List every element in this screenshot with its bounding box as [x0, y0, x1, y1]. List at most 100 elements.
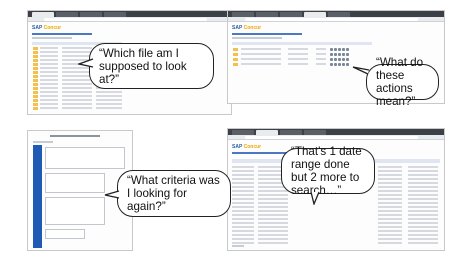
table-cell — [232, 222, 254, 224]
table-cell — [378, 170, 402, 172]
file-name-link[interactable] — [62, 47, 92, 49]
file-name-link[interactable] — [62, 91, 92, 93]
file-name-link[interactable] — [62, 51, 92, 53]
table-cell — [232, 206, 254, 208]
action-icon[interactable] — [330, 53, 333, 56]
pagination[interactable] — [232, 245, 244, 247]
criteria-selector[interactable] — [45, 147, 125, 169]
table-cell — [408, 166, 438, 168]
action-icons[interactable] — [330, 58, 349, 61]
file-name-link[interactable] — [62, 79, 92, 81]
action-icon[interactable] — [338, 58, 341, 61]
table-cell — [40, 67, 58, 69]
browser-address-bar[interactable] — [228, 17, 444, 22]
file-name-link[interactable] — [62, 87, 92, 89]
browser-address-bar[interactable] — [28, 17, 231, 22]
table-cell — [258, 230, 288, 232]
file-name-link[interactable] — [62, 103, 92, 105]
folder-icon — [33, 103, 38, 106]
table-cell — [408, 234, 438, 236]
table-cell — [241, 58, 281, 60]
table-cell — [408, 194, 438, 196]
action-icon[interactable] — [346, 63, 349, 66]
action-icon[interactable] — [338, 63, 341, 66]
table-cell — [40, 79, 58, 81]
folder-icon — [33, 91, 38, 94]
file-name-link[interactable] — [62, 99, 92, 101]
action-icons[interactable] — [330, 48, 349, 51]
action-icon[interactable] — [334, 53, 337, 56]
table-cell — [408, 198, 438, 200]
table-cell — [316, 63, 326, 65]
action-icon[interactable] — [330, 63, 333, 66]
table-cell — [378, 242, 402, 244]
table-cell — [40, 47, 58, 49]
table-cell — [232, 190, 254, 192]
quote-text: “Which file am I supposed to look at?” — [99, 46, 187, 86]
action-icon[interactable] — [338, 48, 341, 51]
file-name-link[interactable] — [62, 95, 92, 97]
table-cell — [316, 58, 326, 60]
table-cell — [288, 58, 308, 60]
speech-bubble-actions: “What do these actions mean?” — [366, 56, 439, 108]
table-cell — [232, 210, 254, 212]
table-cell — [378, 234, 402, 236]
action-icon[interactable] — [346, 48, 349, 51]
table-cell — [40, 99, 58, 101]
action-icon[interactable] — [342, 63, 345, 66]
file-name-link[interactable] — [62, 55, 92, 57]
nav-tabs[interactable] — [232, 33, 302, 35]
action-icon[interactable] — [342, 48, 345, 51]
action-icon[interactable] — [346, 53, 349, 56]
action-icon[interactable] — [334, 58, 337, 61]
action-icon[interactable] — [342, 58, 345, 61]
action-icons[interactable] — [330, 63, 349, 66]
nav-tabs[interactable] — [32, 33, 92, 35]
browser-address-bar[interactable] — [228, 135, 444, 140]
file-name-link[interactable] — [62, 107, 92, 109]
table-cell — [241, 48, 281, 50]
file-name-link[interactable] — [62, 75, 92, 77]
table-cell — [232, 194, 254, 196]
table-cell — [258, 190, 288, 192]
table-cell — [378, 238, 402, 240]
action-icon[interactable] — [346, 58, 349, 61]
table-header — [232, 42, 372, 45]
folder-icon — [33, 71, 38, 74]
quote-text: “What do these actions mean?” — [376, 56, 424, 108]
action-icon[interactable] — [330, 58, 333, 61]
table-cell — [408, 174, 438, 176]
table-cell — [408, 206, 438, 208]
table-cell — [408, 170, 438, 172]
folder-icon — [233, 53, 238, 56]
table-cell — [258, 214, 288, 216]
table-cell — [232, 230, 254, 232]
table-cell — [408, 178, 438, 180]
action-icon[interactable] — [342, 53, 345, 56]
table-cell — [258, 202, 288, 204]
table-cell — [408, 218, 438, 220]
table-cell — [408, 242, 438, 244]
table-cell — [378, 214, 402, 216]
table-cell — [378, 186, 402, 188]
table-cell — [378, 230, 402, 232]
table-cell — [316, 48, 326, 50]
table-cell — [40, 55, 58, 57]
criteria-options[interactable] — [45, 197, 105, 225]
criteria-values[interactable] — [45, 229, 85, 239]
folder-icon — [33, 83, 38, 86]
file-name-link[interactable] — [62, 71, 92, 73]
folder-icon — [233, 48, 238, 51]
action-icons[interactable] — [330, 53, 349, 56]
table-cell — [96, 103, 122, 105]
table-cell — [40, 91, 58, 93]
action-icon[interactable] — [334, 63, 337, 66]
action-icon[interactable] — [334, 48, 337, 51]
table-cell — [408, 210, 438, 212]
table-cell — [232, 202, 254, 204]
file-name-link[interactable] — [62, 83, 92, 85]
action-icon[interactable] — [330, 48, 333, 51]
action-icon[interactable] — [338, 53, 341, 56]
table-cell — [232, 186, 254, 188]
criteria-list[interactable] — [45, 173, 105, 193]
